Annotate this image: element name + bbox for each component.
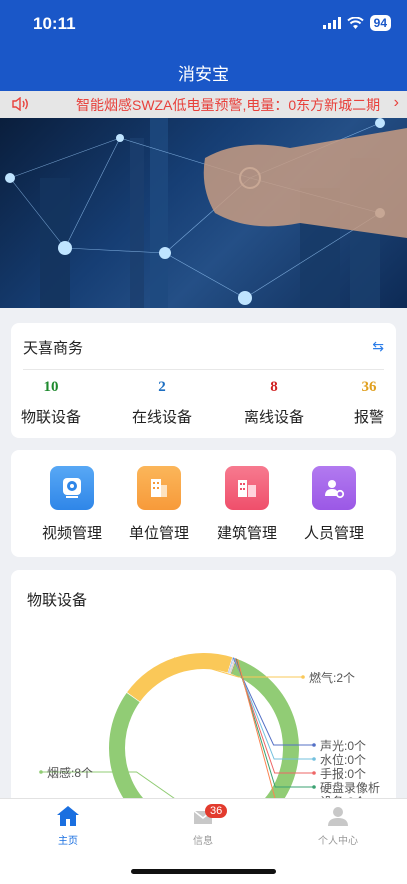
menu-video-management[interactable]: 视频管理: [28, 466, 116, 543]
wifi-icon: [346, 17, 364, 29]
home-icon: [57, 806, 79, 826]
stat-alarms[interactable]: 36 报警: [329, 379, 407, 427]
stat-value: 36: [361, 379, 377, 395]
slice-leader-dot-2: [312, 743, 316, 747]
stat-value: 10: [43, 379, 59, 395]
home-indicator: [131, 869, 276, 874]
menu-label: 单位管理: [128, 525, 189, 542]
menu-label: 人员管理: [303, 525, 364, 542]
status-time: 10:11: [33, 14, 76, 33]
slice-leader-dot-0: [39, 770, 43, 774]
slice-leader-dot-3: [312, 757, 316, 761]
stat-online-devices[interactable]: 2 在线设备: [122, 379, 202, 427]
stat-value: 8: [270, 379, 278, 395]
donut-chart: 烟感:8个燃气:2个声光:0个水位:0个手报:0个硬盘录像析设备:0个: [39, 653, 380, 810]
menu-unit-management[interactable]: 单位管理: [115, 466, 203, 543]
camera-icon: [50, 466, 94, 510]
chevron-right-icon[interactable]: ›: [389, 94, 399, 112]
stat-label: 在线设备: [131, 409, 192, 426]
buildings-icon: [225, 466, 269, 510]
banner-image: [0, 118, 407, 308]
tab-home[interactable]: 主页: [28, 805, 108, 847]
slice-label-1: 燃气:2个: [309, 670, 355, 685]
stat-offline-devices[interactable]: 8 离线设备: [234, 379, 314, 427]
person-gear-icon: [312, 466, 356, 510]
user-icon: [328, 807, 348, 826]
menu-label: 视频管理: [41, 525, 102, 542]
slice-label-3: 水位:0个: [320, 752, 366, 767]
menu-personnel-management[interactable]: 人员管理: [290, 466, 378, 543]
menu-building-management[interactable]: 建筑管理: [203, 466, 291, 543]
swap-icon[interactable]: ⇆: [372, 338, 384, 355]
stat-label: 物联设备: [20, 409, 81, 426]
iot-device-chart-card: 物联设备 烟感:8个燃气:2个声光:0个水位:0个手报:0个硬盘录像析设备:0个: [11, 570, 396, 810]
stat-value: 2: [158, 379, 166, 395]
stat-label: 报警: [353, 409, 384, 426]
tab-label: 主页: [58, 836, 78, 847]
slice-label-0: 烟感:8个: [47, 765, 93, 780]
network-banner-graphic: [5, 118, 407, 308]
notice-ticker[interactable]: 智能烟感SWZA低电量预警,电量：0东方新城二期 ›: [0, 91, 407, 118]
slice-label-5: 硬盘录像析: [320, 780, 380, 795]
unread-badge: 36: [205, 804, 228, 818]
notice-text: 智能烟感SWZA低电量预警,电量：0东方新城二期: [76, 97, 381, 113]
donut-slice-1[interactable]: [127, 653, 233, 702]
tab-label: 信息: [193, 836, 213, 847]
menu-label: 建筑管理: [216, 525, 277, 542]
page-title: 消安宝: [178, 65, 229, 84]
slice-leader-dot-4: [312, 771, 316, 775]
building-icon: [137, 466, 181, 510]
slice-label-2: 声光:0个: [320, 739, 366, 753]
tab-profile[interactable]: 个人中心: [298, 805, 378, 847]
device-stats-card: 天喜商务 ⇆ 10 物联设备 2 在线设备 8 离线设备 36 报警: [11, 323, 396, 438]
slice-label-4: 手报:0个: [320, 766, 366, 781]
stat-label: 离线设备: [243, 409, 304, 426]
slice-leader-dot-1: [301, 675, 305, 679]
tab-messages[interactable]: 36 信息: [163, 804, 243, 847]
divider: [23, 369, 384, 370]
tab-label: 个人中心: [318, 836, 358, 847]
signal-icon: [322, 17, 341, 29]
status-icons: 94: [322, 15, 391, 31]
speaker-icon: [12, 97, 28, 111]
app-header: 10:11 94 消安宝: [0, 0, 407, 91]
company-name: 天喜商务: [23, 340, 84, 357]
slice-leader-dot-5: [312, 785, 316, 789]
battery-level: 94: [369, 15, 391, 31]
quick-menu-card: 视频管理 单位管理 建筑管理 人员管理: [11, 450, 396, 557]
stat-iot-devices[interactable]: 10 物联设备: [11, 379, 91, 427]
